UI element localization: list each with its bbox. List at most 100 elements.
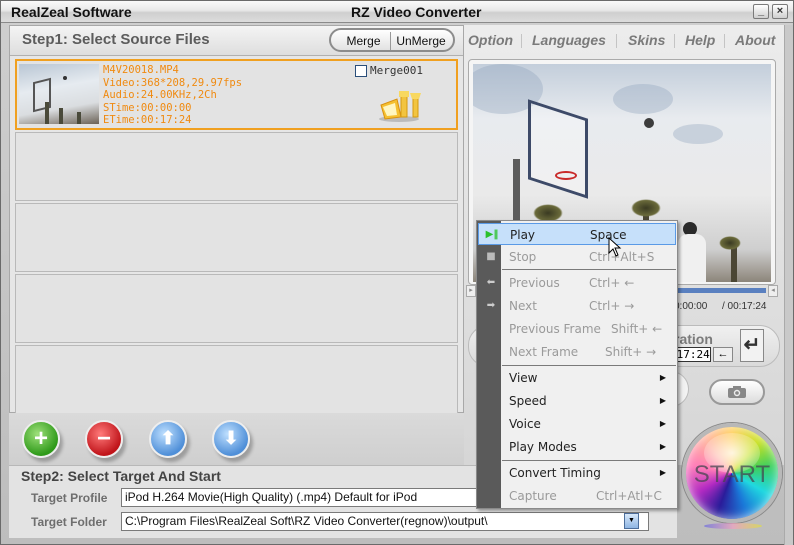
chevron-down-icon: ▼ [628,517,635,524]
arrow-left-icon: ◂ [771,287,775,294]
menu-item-voice[interactable]: Voice ▶ [478,413,676,435]
menu-item-shortcut: Ctrl+ → [589,299,635,313]
file-row-empty[interactable] [15,274,458,343]
move-up-button[interactable]: ⬆ [149,420,187,458]
file-audio-info: Audio:24.00KHz,2Ch [103,89,217,102]
menu-item-label: Previous [509,276,560,290]
menu-separator [616,34,617,48]
camera-icon [728,386,746,398]
menu-about[interactable]: About [735,32,775,48]
arrow-up-icon: ⬆ [160,428,176,448]
apply-duration-button[interactable]: ↵ [740,329,764,362]
current-time: 0:00:00 [674,301,708,312]
close-button[interactable]: × [772,4,788,19]
menu-item-play[interactable]: ▶‖ Play Space [478,223,676,245]
file-row-empty[interactable] [15,132,458,201]
minimize-icon: _ [757,5,765,17]
file-row[interactable]: M4V20018.MP4 Video:368*208,29.97fps Audi… [15,59,458,130]
submenu-arrow-icon: ▶ [659,373,666,382]
menu-separator [502,269,676,270]
menu-item-play-modes[interactable]: Play Modes ▶ [478,436,676,458]
file-end-time: ETime:00:17:24 [103,114,192,127]
remove-file-button[interactable]: − [85,420,123,458]
arrow-down-icon: ⬇ [223,428,239,448]
mouse-cursor-icon [608,237,622,257]
menu-item-shortcut: Shift+ → [605,345,657,359]
menu-item-convert-timing[interactable]: Convert Timing ▶ [478,462,676,484]
app-window: RealZeal Software RZ Video Converter _ ×… [0,0,794,545]
source-files-panel: Step1: Select Source Files Merge UnMerge… [9,25,464,414]
menu-item-label: Voice [509,417,541,431]
menu-item-shortcut: Ctrl+ ← [589,276,635,290]
arrow-right-icon: ➡ [486,300,496,311]
step1-header: Step1: Select Source Files Merge UnMerge [10,26,463,56]
menu-item-label: Play Modes [509,440,577,454]
menu-item-next-frame[interactable]: Next Frame Shift+ → [478,341,676,363]
seek-back-button[interactable]: ▸ [466,285,476,297]
menu-languages[interactable]: Languages [532,32,606,48]
merge-button[interactable]: Merge [337,32,391,50]
step1-title: Step1: Select Source Files [22,31,210,48]
menu-item-shortcut: Shift+ ← [611,322,663,336]
menu-item-label: Previous Frame [509,322,601,336]
menu-item-label: Convert Timing [509,466,601,480]
minimize-button[interactable]: _ [753,4,769,19]
player-context-menu: ▶‖ Play Space ■ Stop Ctrl+Alt+S ⬅ Previo… [476,220,678,509]
file-name: M4V20018.MP4 [103,64,179,76]
menu-option[interactable]: Option [468,32,513,48]
merge-button-group: Merge UnMerge [329,28,455,52]
file-row-empty[interactable] [15,203,458,272]
menu-item-next[interactable]: ➡ Next Ctrl+ → [478,295,676,317]
play-pause-icon: ▶‖ [485,229,499,240]
file-info: M4V20018.MP4 Video:368*208,29.97fps Audi… [103,64,242,127]
menu-item-label: Speed [509,394,547,408]
window-title: RZ Video Converter [351,4,482,20]
menu-separator [521,34,522,48]
start-button[interactable]: START [682,423,782,523]
menu-separator [502,460,676,461]
menu-item-stop[interactable]: ■ Stop Ctrl+Alt+S [478,246,676,268]
merge-checkbox[interactable] [355,65,367,77]
title-bar: RealZeal Software RZ Video Converter _ × [1,1,793,23]
menu-item-label: Stop [509,250,537,264]
add-file-button[interactable]: + [22,420,60,458]
menu-help[interactable]: Help [685,32,715,48]
total-time: / 00:17:24 [722,301,767,312]
settings-tools-icon[interactable] [375,87,427,123]
menu-item-previous-frame[interactable]: Previous Frame Shift+ ← [478,318,676,340]
file-start-time: STime:00:00:00 [103,101,192,114]
close-icon: × [776,5,784,17]
menu-item-previous[interactable]: ⬅ Previous Ctrl+ ← [478,272,676,294]
step2-title: Step2: Select Target And Start [21,468,221,484]
menu-item-view[interactable]: View ▶ [478,367,676,389]
seek-forward-button[interactable]: ◂ [768,285,778,297]
start-button-area: START [678,419,786,537]
submenu-arrow-icon: ▶ [659,396,666,405]
menu-item-label: Next [509,299,537,313]
start-label: START [693,461,771,488]
target-folder-select[interactable]: C:\Program Files\RealZeal Soft\RZ Video … [121,512,649,531]
video-thumbnail [19,64,99,124]
duration-set-button[interactable]: ← [713,347,733,362]
menu-item-capture[interactable]: Capture Ctrl+Atl+C [478,485,676,507]
menu-item-speed[interactable]: Speed ▶ [478,390,676,412]
menu-item-shortcut: Ctrl+Atl+C [596,489,662,503]
enter-icon: ↵ [743,334,761,356]
folder-dropdown-button[interactable]: ▼ [624,513,639,529]
duration-label: ration [674,331,713,347]
unmerge-button[interactable]: UnMerge [391,32,451,50]
menu-item-label: View [509,371,538,385]
menu-item-label: Play [510,228,536,242]
menu-skins[interactable]: Skins [628,32,665,48]
target-profile-label: Target Profile [31,491,108,505]
menu-separator [502,365,676,366]
move-down-button[interactable]: ⬇ [212,420,250,458]
vendor-name: RealZeal Software [11,4,132,20]
target-folder-label: Target Folder [31,515,107,529]
file-video-info: Video:368*208,29.97fps [103,76,243,89]
submenu-arrow-icon: ▶ [659,442,666,451]
file-row-empty[interactable] [15,345,458,414]
snapshot-button[interactable] [709,379,765,405]
seek-track[interactable] [678,288,766,293]
plus-icon: + [33,425,48,452]
